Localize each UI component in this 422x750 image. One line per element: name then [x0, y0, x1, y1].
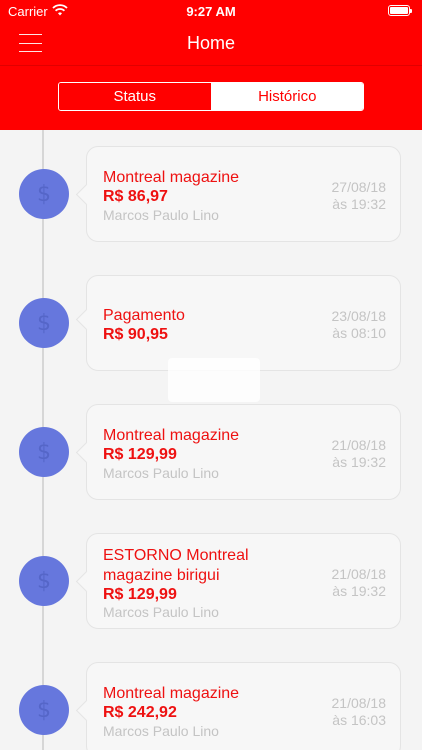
- tab-historico[interactable]: Histórico: [211, 83, 363, 110]
- transaction-customer: Marcos Paulo Lino: [103, 604, 219, 620]
- list-item[interactable]: $ Montreal magazine R$ 242,92 Marcos Pau…: [0, 662, 422, 750]
- transaction-timeline[interactable]: $ Montreal magazine R$ 86,97 Marcos Paul…: [0, 130, 422, 750]
- transaction-title: Pagamento: [103, 307, 185, 324]
- transaction-date: 21/08/18: [331, 695, 387, 711]
- transaction-datetime: 23/08/18 às 08:10: [332, 308, 387, 342]
- transaction-date: 21/08/18: [331, 437, 387, 453]
- transaction-card[interactable]: Montreal magazine R$ 129,99 Marcos Paulo…: [86, 404, 401, 500]
- transaction-time: às 19:32: [332, 196, 386, 212]
- transaction-card[interactable]: ESTORNO Montreal magazine birigui R$ 129…: [86, 533, 401, 629]
- dollar-icon: $: [19, 685, 69, 735]
- transaction-card[interactable]: Montreal magazine R$ 242,92 Marcos Paulo…: [86, 662, 401, 750]
- dollar-icon: $: [19, 556, 69, 606]
- transaction-time: às 19:32: [332, 583, 386, 599]
- list-item[interactable]: $ ESTORNO Montreal magazine birigui R$ 1…: [0, 533, 422, 629]
- transaction-customer: Marcos Paulo Lino: [103, 723, 219, 739]
- transaction-amount: R$ 129,99: [103, 446, 177, 463]
- transaction-datetime: 21/08/18 às 19:32: [332, 437, 387, 471]
- segmented-control: Status Histórico: [58, 82, 364, 111]
- loading-overlay: [168, 358, 260, 402]
- page-title: Home: [186, 33, 235, 53]
- transaction-date: 21/08/18: [331, 566, 387, 582]
- svg-text:$: $: [37, 311, 51, 336]
- tab-status[interactable]: Status: [59, 83, 212, 110]
- transaction-amount: R$ 90,95: [103, 326, 168, 343]
- transaction-amount: R$ 242,92: [103, 704, 177, 721]
- svg-text:$: $: [37, 182, 51, 207]
- transaction-customer: Marcos Paulo Lino: [103, 465, 219, 481]
- transaction-datetime: 21/08/18 às 16:03: [332, 695, 387, 729]
- dollar-icon: $: [19, 169, 69, 219]
- transaction-customer: Marcos Paulo Lino: [103, 207, 219, 223]
- transaction-datetime: 27/08/18 às 19:32: [332, 179, 387, 213]
- app-header: Home Status Histórico: [0, 22, 422, 130]
- transaction-time: às 16:03: [332, 712, 386, 728]
- transaction-title: Montreal magazine: [103, 169, 240, 186]
- svg-text:$: $: [37, 569, 51, 594]
- transaction-date: 23/08/18: [331, 308, 387, 324]
- dollar-icon: $: [19, 427, 69, 477]
- list-item[interactable]: $ Pagamento R$ 90,95 23/08/18 às 08:10: [0, 275, 422, 371]
- transaction-time: às 08:10: [332, 325, 386, 341]
- battery-icon: [388, 5, 412, 16]
- clock: 9:27 AM: [186, 4, 236, 19]
- transaction-title: Montreal magazine: [103, 685, 240, 702]
- list-item[interactable]: $ Montreal magazine R$ 129,99 Marcos Pau…: [0, 404, 422, 500]
- transaction-title: Montreal magazine: [103, 427, 240, 444]
- transaction-amount: R$ 129,99: [103, 586, 177, 603]
- header-divider: [0, 65, 422, 66]
- svg-text:$: $: [37, 440, 51, 465]
- transaction-title: ESTORNO Montreal magazine birigui: [103, 547, 249, 584]
- list-item[interactable]: $ Montreal magazine R$ 86,97 Marcos Paul…: [0, 146, 422, 242]
- transaction-amount: R$ 86,97: [103, 188, 168, 205]
- svg-text:$: $: [37, 698, 51, 723]
- transaction-date: 27/08/18: [331, 179, 387, 195]
- transaction-datetime: 21/08/18 às 19:32: [332, 566, 387, 600]
- transaction-time: às 19:32: [332, 454, 386, 470]
- transaction-card[interactable]: Pagamento R$ 90,95 23/08/18 às 08:10: [86, 275, 401, 371]
- dollar-icon: $: [19, 298, 69, 348]
- transaction-card[interactable]: Montreal magazine R$ 86,97 Marcos Paulo …: [86, 146, 401, 242]
- status-bar: Carrier 9:27 AM: [0, 0, 422, 22]
